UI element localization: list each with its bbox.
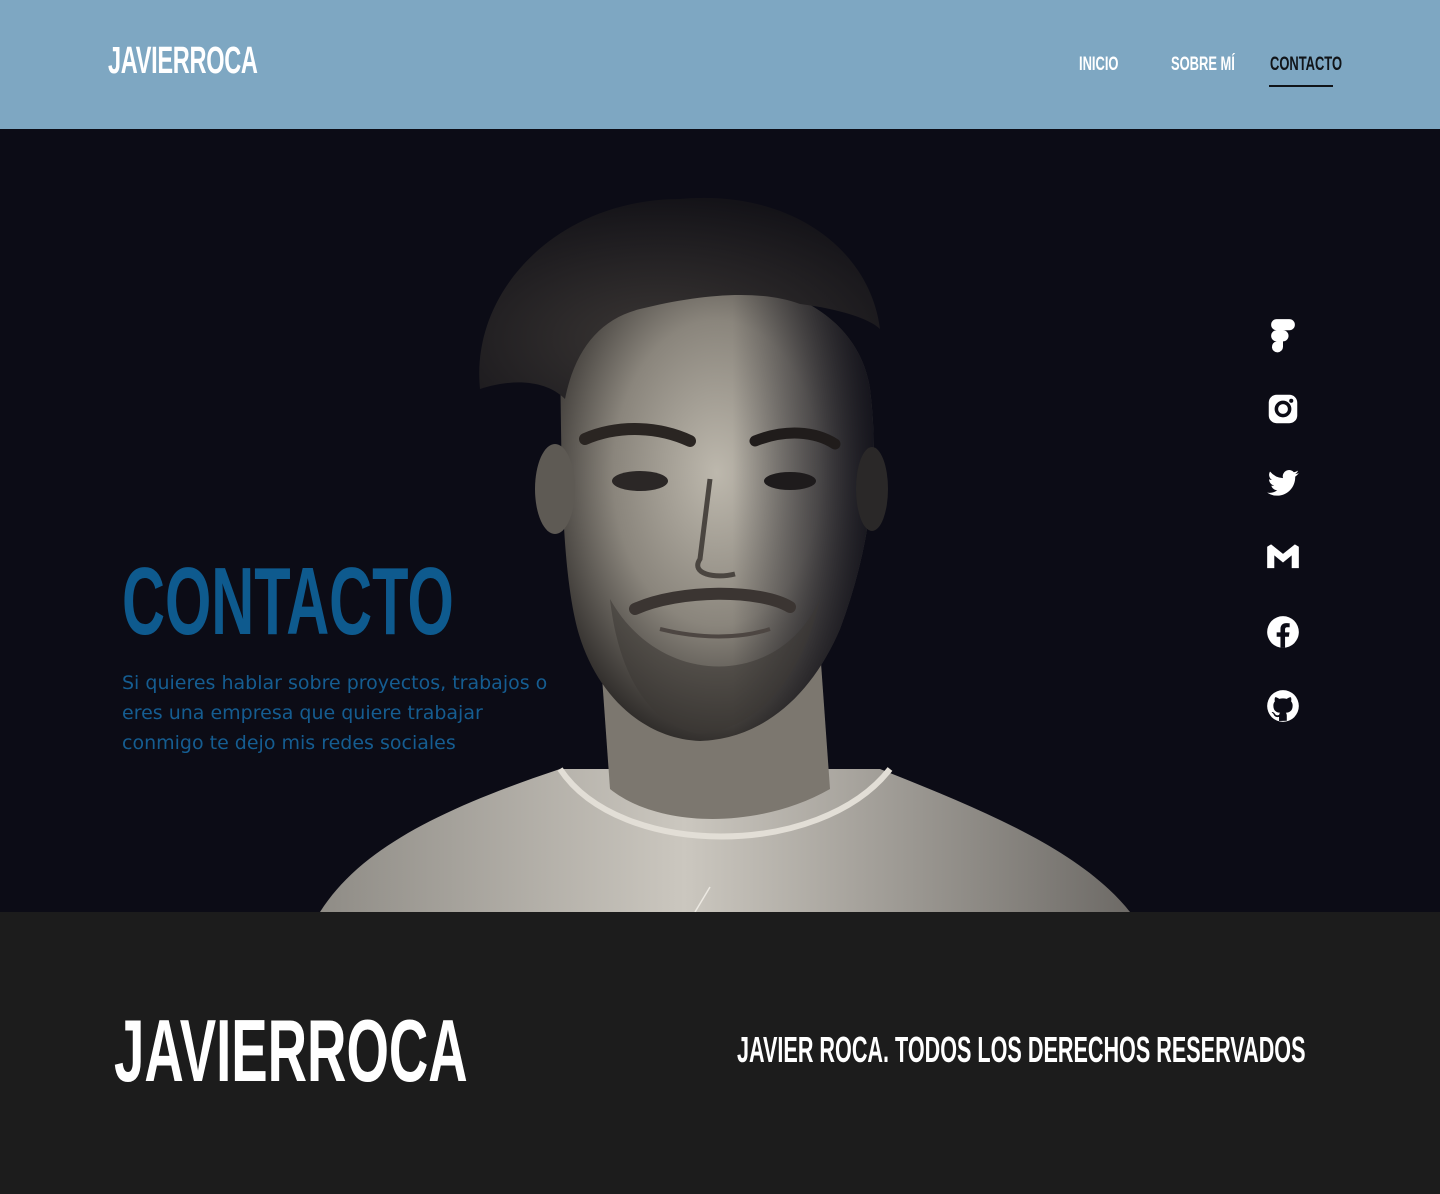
twitter-icon: [1267, 469, 1299, 496]
contact-hero: CONTACTO Si quieres hablar sobre proyect…: [0, 129, 1440, 912]
gmail-link[interactable]: [1262, 536, 1304, 578]
contact-description: Si quieres hablar sobre proyectos, traba…: [122, 672, 548, 754]
twitter-link[interactable]: [1262, 462, 1304, 504]
figma-link[interactable]: [1262, 314, 1304, 356]
nav-link-contacto[interactable]: CONTACTO: [1270, 54, 1342, 76]
facebook-icon: [1267, 616, 1299, 648]
site-logo[interactable]: JAVIERROCA: [108, 40, 258, 83]
nav-link-inicio[interactable]: INICIO: [1079, 54, 1118, 76]
figma-icon: [1271, 319, 1295, 353]
github-icon: [1267, 690, 1299, 722]
active-nav-indicator: [1269, 85, 1333, 87]
site-footer: JAVIERROCA JAVIER ROCA. TODOS LOS DERECH…: [0, 912, 1440, 1194]
instagram-icon: [1268, 394, 1298, 424]
facebook-link[interactable]: [1262, 611, 1304, 653]
footer-copyright: JAVIER ROCA. TODOS LOS DERECHOS RESERVAD…: [737, 1029, 1306, 1070]
site-header: JAVIERROCA INICIO SOBRE MÍ CONTACTO: [0, 0, 1440, 129]
github-link[interactable]: [1262, 685, 1304, 727]
instagram-link[interactable]: [1262, 388, 1304, 430]
nav-link-sobre-mi[interactable]: SOBRE MÍ: [1171, 54, 1235, 76]
footer-logo: JAVIERROCA: [114, 1001, 468, 1100]
portrait-photo: [320, 197, 1130, 912]
gmail-icon: [1267, 544, 1299, 569]
page-title: CONTACTO: [122, 548, 454, 655]
